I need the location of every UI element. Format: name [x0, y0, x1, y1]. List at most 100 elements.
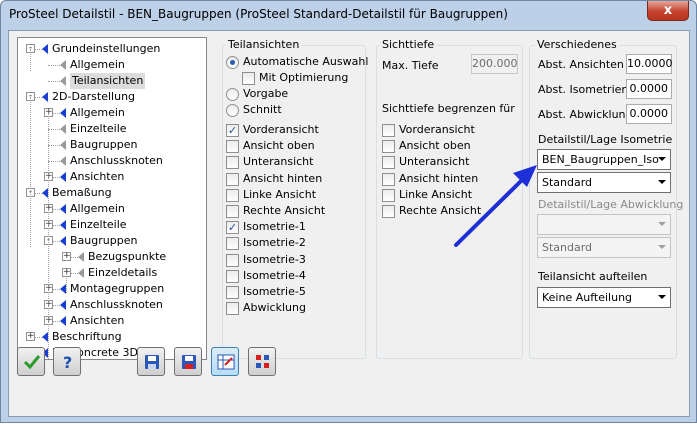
tree-arrow-icon — [60, 316, 66, 326]
tree-item[interactable]: - Grundeinstellungen — [18, 41, 206, 57]
tree-arrow-icon — [60, 156, 66, 166]
save-icon — [145, 355, 159, 369]
tree-item[interactable]: Anschlussknoten — [18, 153, 206, 169]
tree-item[interactable]: + Ansichten — [18, 313, 206, 329]
tree-item[interactable]: + Allgemein — [18, 201, 206, 217]
save-button[interactable] — [137, 347, 165, 376]
checkbox-icon — [226, 253, 239, 267]
tree-arrow-icon — [60, 204, 66, 214]
tree-arrow-icon — [60, 172, 66, 182]
checkbox-icon — [242, 72, 255, 85]
tree-item[interactable]: Allgemein — [18, 57, 206, 73]
title-bar[interactable]: ProSteel Detailstil - BEN_Baugruppen (Pr… — [1, 1, 696, 29]
checkbox-checked-icon: ✓ — [226, 124, 239, 137]
tree-arrow-icon — [78, 268, 84, 278]
tree-item[interactable]: + Ansichten — [18, 169, 206, 185]
help-icon: ? — [63, 353, 72, 371]
detailstil-abwicklung-label: Detailstil/Lage Abwicklung — [538, 198, 684, 211]
sichttiefe-begrenzen-label: Sichttiefe begrenzen für — [382, 102, 515, 115]
close-icon: x — [663, 3, 673, 18]
tree-arrow-icon — [60, 124, 66, 134]
tree-item-label: Bemaßung — [52, 186, 112, 199]
isometrie-style-select[interactable]: BEN_Baugruppen_Iso — [537, 149, 671, 170]
radio-icon — [226, 88, 239, 101]
checkbox-icon — [382, 172, 395, 186]
teilansichten-title: Teilansichten — [226, 38, 302, 51]
checkbox-icon — [226, 302, 239, 316]
abwicklung-position-select[interactable]: Standard — [537, 237, 671, 258]
tree-arrow-icon — [60, 76, 66, 86]
tree-item-label: Baugruppen — [70, 234, 138, 247]
detailstil-isometrie-label: Detailstil/Lage Isometrie — [538, 133, 673, 146]
tree-arrow-icon — [78, 252, 84, 262]
tree-item[interactable]: + Bezugspunkte — [18, 249, 206, 265]
abst-abwicklung-field[interactable]: 0.0000 — [626, 104, 672, 124]
abst-isometrien-field[interactable]: 0.0000 — [626, 79, 672, 99]
checkbox-icon — [382, 124, 395, 137]
tree-item-label: 2D-Darstellung — [52, 90, 136, 103]
help-button[interactable]: ? — [53, 347, 81, 376]
tree-item[interactable]: + Einzelteile — [18, 217, 206, 233]
window-title: ProSteel Detailstil - BEN_Baugruppen (Pr… — [9, 7, 508, 21]
checkbox-icon — [382, 156, 395, 170]
tree-item[interactable]: + Anschlussknoten — [18, 297, 206, 313]
tree-item-label: Anschlussknoten — [70, 298, 163, 311]
abwicklung-style-select[interactable] — [537, 214, 671, 235]
tree-arrow-icon — [42, 44, 48, 54]
tree-item[interactable]: + Einzeldetails — [18, 265, 206, 281]
edit-table-button[interactable] — [211, 347, 239, 376]
expand-icon[interactable]: + — [26, 332, 35, 341]
expand-icon[interactable]: + — [62, 252, 71, 261]
tree-item-label: Grundeinstellungen — [52, 42, 161, 55]
tree-item-label: Ansichten — [70, 314, 125, 327]
radio-icon — [226, 56, 239, 69]
tree-item[interactable]: + Montagegruppen — [18, 281, 206, 297]
tree-item[interactable]: Baugruppen — [18, 137, 206, 153]
tree-item[interactable]: Teilansichten — [18, 73, 206, 89]
settings-tree[interactable]: - Grundeinstellungen Allgemein Teilansichte… — [17, 37, 207, 360]
chevron-down-icon — [658, 180, 666, 184]
tree-item-label: Teilansichten — [70, 73, 146, 89]
max-tiefe-label: Max. Tiefe — [382, 59, 439, 72]
tree-item[interactable]: - Baugruppen — [18, 233, 206, 249]
ok-button[interactable] — [17, 347, 45, 376]
tree-item[interactable]: -2D-Darstellung — [18, 89, 206, 105]
sichttiefe-title: Sichttiefe — [380, 38, 437, 51]
abst-isometrien-label: Abst. Isometrien — [538, 83, 629, 96]
checkbox-icon — [226, 172, 239, 186]
sichttiefe-group — [376, 45, 523, 359]
tree-item-label: Bezugspunkte — [88, 250, 167, 263]
checkbox-icon — [226, 156, 239, 170]
aufteilen-select[interactable]: Keine Aufteilung — [537, 287, 671, 308]
tree-item[interactable]: + Beschriftung — [18, 329, 206, 345]
verschiedenes-title: Verschiedenes — [535, 38, 619, 51]
checkbox-checked-icon: ✓ — [226, 221, 239, 235]
tree-arrow-icon — [60, 300, 66, 310]
tree-item-label: Allgemein — [70, 106, 125, 119]
tree-arrow-icon — [60, 60, 66, 70]
tree-item-label: Einzelteile — [70, 122, 127, 135]
tree-arrow-icon — [60, 236, 66, 246]
checkbox-icon — [226, 205, 239, 218]
save-as-icon — [182, 355, 196, 369]
checkbox-icon — [226, 237, 239, 251]
tree-item-label: Allgemein — [70, 202, 125, 215]
tree-item[interactable]: Einzelteile — [18, 121, 206, 137]
tree-arrow-icon — [60, 108, 66, 118]
tree-item[interactable]: + Allgemein — [18, 105, 206, 121]
chevron-down-icon — [658, 157, 666, 161]
checkbox-icon — [226, 140, 239, 154]
tree-arrow-icon — [42, 92, 48, 102]
checkbox-icon — [226, 286, 239, 299]
tree-item[interactable]: - Bemaßung — [18, 185, 206, 201]
tree-item-label: Einzelteile — [70, 218, 127, 231]
layout-grid-button[interactable] — [248, 347, 276, 376]
max-tiefe-field[interactable]: 200.000 — [471, 54, 518, 74]
close-button[interactable]: x — [647, 1, 689, 21]
save-as-button[interactable] — [174, 347, 202, 376]
teilansicht-aufteilen-label: Teilansicht aufteilen — [538, 270, 648, 283]
abst-ansichten-field[interactable]: 10.0000 — [626, 54, 673, 74]
tree-item-label: Montagegruppen — [70, 282, 165, 295]
layout-grid-icon — [256, 355, 269, 368]
isometrie-position-select[interactable]: Standard — [537, 172, 671, 193]
